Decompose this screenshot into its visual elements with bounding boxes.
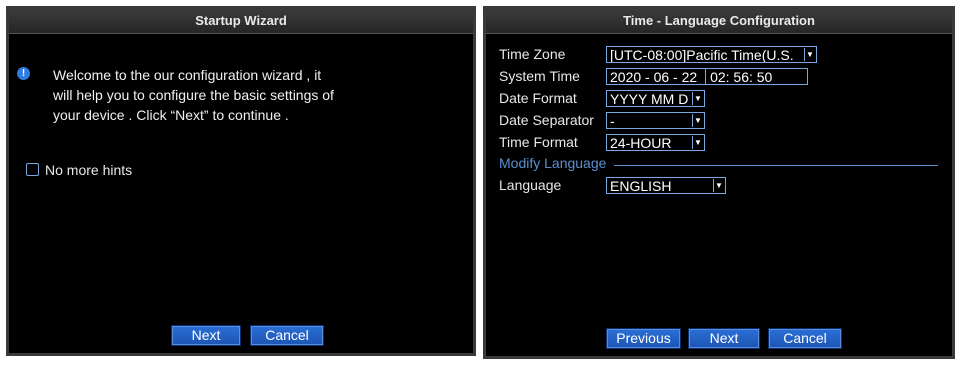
chevron-down-icon[interactable]: ▼ [692,114,703,127]
dialog-title: Time - Language Configuration [486,9,952,34]
info-icon: ! [17,67,30,80]
modify-language-heading: Modify Language [499,155,607,171]
language-select[interactable]: ENGLISH ▼ [606,177,726,194]
date-separator-value: - [610,113,615,129]
system-time-field[interactable]: 2020 - 06 - 22 02: 56: 50 [606,68,808,85]
system-time-clock[interactable]: 02: 56: 50 [705,69,772,84]
no-more-hints-label: No more hints [45,162,133,178]
system-time-date[interactable]: 2020 - 06 - 22 [610,69,697,84]
chevron-down-icon[interactable]: ▼ [804,48,815,61]
time-format-select[interactable]: 24-HOUR ▼ [606,134,705,151]
date-format-select[interactable]: YYYY MM D ▼ [606,90,705,107]
date-separator-select[interactable]: - ▼ [606,112,705,129]
time-zone-select[interactable]: [UTC-08:00]Pacific Time(U.S. ▼ [606,46,817,63]
time-format-label: Time Format [499,134,578,150]
cancel-button[interactable]: Cancel [768,328,842,349]
chevron-down-icon[interactable]: ▼ [692,92,703,105]
language-label: Language [499,177,562,193]
previous-button[interactable]: Previous [606,328,681,349]
welcome-line: will help you to configure the basic set… [53,87,334,103]
no-more-hints-option[interactable]: No more hints [26,162,132,178]
date-separator-label: Date Separator [499,112,594,128]
time-zone-value: [UTC-08:00]Pacific Time(U.S. [610,47,794,63]
section-divider [614,165,938,166]
system-time-label: System Time [499,68,580,84]
no-more-hints-checkbox[interactable] [26,163,39,176]
dialog-title: Startup Wizard [9,9,473,34]
chevron-down-icon[interactable]: ▼ [713,179,724,192]
time-language-dialog: Time - Language Configuration Time Zone … [483,6,955,359]
date-format-label: Date Format [499,90,577,106]
time-format-value: 24-HOUR [610,135,672,151]
chevron-down-icon[interactable]: ▼ [692,136,703,149]
next-button[interactable]: Next [171,325,241,346]
time-zone-label: Time Zone [499,46,566,62]
welcome-message: Welcome to the our configuration wizard … [53,65,413,125]
cancel-button[interactable]: Cancel [250,325,324,346]
date-format-value: YYYY MM D [610,91,689,107]
startup-wizard-dialog: Startup Wizard ! Welcome to the our conf… [6,6,476,356]
welcome-line: Welcome to the our configuration wizard … [53,67,322,83]
next-button[interactable]: Next [688,328,760,349]
welcome-line: your device . Click “Next” to continue . [53,107,289,123]
language-value: ENGLISH [610,178,672,194]
